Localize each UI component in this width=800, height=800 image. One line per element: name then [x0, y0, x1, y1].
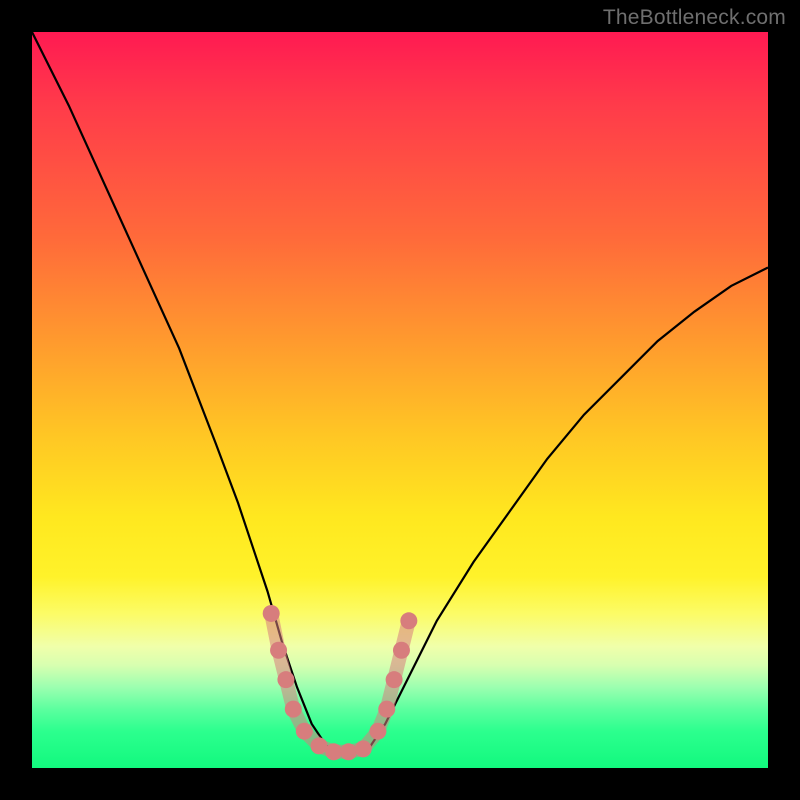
marker-dot: [393, 642, 410, 659]
marker-dot: [296, 723, 313, 740]
marker-dot: [277, 671, 294, 688]
marker-dot: [400, 612, 417, 629]
outer-frame: TheBottleneck.com: [0, 0, 800, 800]
marker-dot: [378, 701, 395, 718]
marker-dot: [386, 671, 403, 688]
marker-dot: [285, 701, 302, 718]
marker-dot: [270, 642, 287, 659]
marker-dot: [311, 737, 328, 754]
marker-dot: [263, 605, 280, 622]
marker-dot: [340, 743, 357, 760]
chart-svg: [32, 32, 768, 768]
marker-dot: [369, 723, 386, 740]
watermark-text: TheBottleneck.com: [603, 6, 786, 30]
plot-area: [32, 32, 768, 768]
marker-dot: [325, 743, 342, 760]
marker-group: [263, 605, 418, 760]
marker-dot: [355, 740, 372, 757]
